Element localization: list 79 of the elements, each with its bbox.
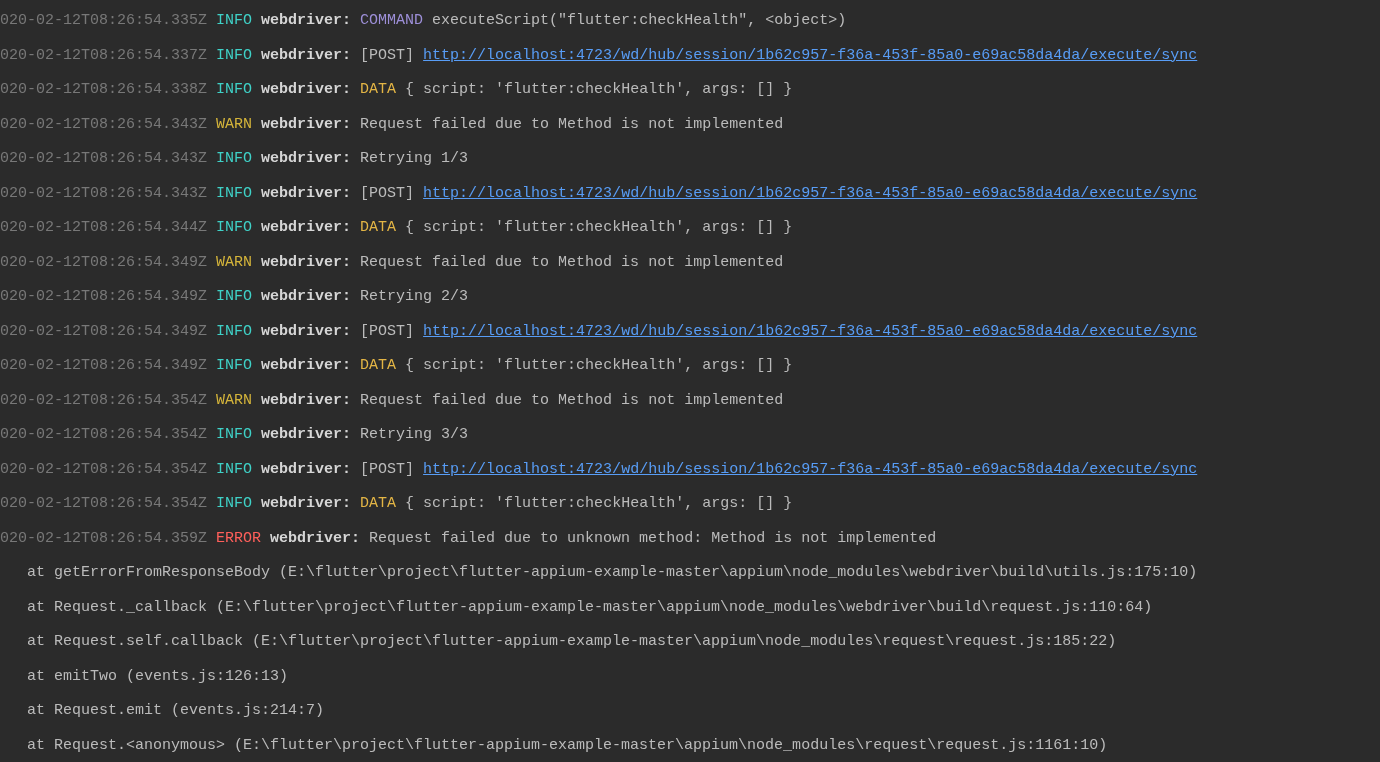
log-message: { script: 'flutter:checkHealth', args: [] } <box>405 218 793 238</box>
log-level: WARN <box>216 390 253 411</box>
log-level: WARN <box>216 252 253 273</box>
log-level: WARN <box>216 114 253 135</box>
log-source: webdriver: <box>261 149 352 169</box>
log-level: INFO <box>216 183 253 204</box>
log-message: Retrying 2/3 <box>360 287 469 307</box>
log-timestamp: 020-02-12T08:26:54.354Z <box>0 459 208 480</box>
log-message: { script: 'flutter:checkHealth', args: [] } <box>405 356 793 376</box>
url-link[interactable]: http://localhost:4723/wd/hub/session/1b62c957-f36a-453f-85a0-e69ac58da4da/execute/sync <box>423 38 1198 73</box>
stack-trace-line: at Request.emit (events.js:214:7) <box>27 702 325 719</box>
log-timestamp: 020-02-12T08:26:54.354Z <box>0 390 208 411</box>
log-level: INFO <box>216 218 253 238</box>
log-source: webdriver: <box>261 11 352 31</box>
log-message: Retrying 1/3 <box>360 149 469 169</box>
log-message: Request failed due to unknown method: Method is not implemented <box>369 528 937 549</box>
data-keyword: DATA <box>360 80 397 100</box>
url-link[interactable]: http://localhost:4723/wd/hub/session/1b62c957-f36a-453f-85a0-e69ac58da4da/execute/sync <box>423 314 1198 349</box>
log-level: INFO <box>216 321 253 342</box>
log-timestamp: 020-02-12T08:26:54.343Z <box>0 114 208 135</box>
log-source: webdriver: <box>261 287 352 307</box>
log-timestamp: 020-02-12T08:26:54.343Z <box>0 183 208 204</box>
log-level: INFO <box>216 287 253 307</box>
log-timestamp: 020-02-12T08:26:54.349Z <box>0 252 208 273</box>
log-source: webdriver: <box>261 183 352 204</box>
log-level: ERROR <box>216 528 262 549</box>
log-source: webdriver: <box>261 80 352 100</box>
log-message: Request failed due to Method is not implemented <box>360 390 784 411</box>
log-source: webdriver: <box>261 218 352 238</box>
log-timestamp: 020-02-12T08:26:54.338Z <box>0 80 208 100</box>
stack-trace-line: at emitTwo (events.js:126:13) <box>27 667 289 685</box>
data-keyword: DATA <box>360 494 397 514</box>
log-message: Request failed due to Method is not implemented <box>360 252 784 273</box>
log-level: INFO <box>216 356 253 376</box>
command-keyword: COMMAND <box>360 11 424 31</box>
log-message: Retrying 3/3 <box>360 425 469 445</box>
data-keyword: DATA <box>360 218 397 238</box>
log-source: webdriver: <box>261 114 352 135</box>
log-source: webdriver: <box>261 252 352 273</box>
log-level: INFO <box>216 80 253 100</box>
log-level: INFO <box>216 459 253 480</box>
log-message: [POST] <box>360 183 415 204</box>
stack-trace-line: at getErrorFromResponseBody (E:\flutter\project\flutter-appium-example-master\appium\node_modules\webdriver\build\utils.js:175:10) <box>27 564 1198 581</box>
stack-trace-line: at Request.self.callback (E:\flutter\project\flutter-appium-example-master\appium\node_modules\request\request.js:185:22) <box>27 633 1117 650</box>
stack-trace-line: at Request._callback (E:\flutter\project\flutter-appium-example-master\appium\node_modules\webdriver\build\request.js:110:64) <box>27 598 1153 616</box>
log-timestamp: 020-02-12T08:26:54.354Z <box>0 425 208 445</box>
url-link[interactable]: http://localhost:4723/wd/hub/session/1b62c957-f36a-453f-85a0-e69ac58da4da/execute/sync <box>423 176 1198 211</box>
log-source: webdriver: <box>261 356 352 376</box>
log-timestamp: 020-02-12T08:26:54.349Z <box>0 356 208 376</box>
log-timestamp: 020-02-12T08:26:54.349Z <box>0 287 208 307</box>
stack-trace-line: at Request.<anonymous> (E:\flutter\project\flutter-appium-example-master\appium\node_modules\request\request.js:1161:10) <box>27 736 1108 754</box>
log-source: webdriver: <box>270 528 361 549</box>
log-source: webdriver: <box>261 321 352 342</box>
log-source: webdriver: <box>261 45 352 66</box>
log-level: INFO <box>216 494 253 514</box>
log-timestamp: 020-02-12T08:26:54.343Z <box>0 149 208 169</box>
log-level: INFO <box>216 45 253 66</box>
log-message: { script: 'flutter:checkHealth', args: [] } <box>405 80 793 100</box>
log-timestamp: 020-02-12T08:26:54.349Z <box>0 321 208 342</box>
log-timestamp: 020-02-12T08:26:54.337Z <box>0 45 208 66</box>
data-keyword: DATA <box>360 356 397 376</box>
log-source: webdriver: <box>261 390 352 411</box>
log-timestamp: 020-02-12T08:26:54.335Z <box>0 11 208 31</box>
log-level: INFO <box>216 149 253 169</box>
log-message: executeScript("flutter:checkHealth", <object>) <box>432 11 847 31</box>
log-source: webdriver: <box>261 425 352 445</box>
log-message: [POST] <box>360 321 415 342</box>
log-message: [POST] <box>360 459 415 480</box>
log-timestamp: 020-02-12T08:26:54.354Z <box>0 494 208 514</box>
log-source: webdriver: <box>261 459 352 480</box>
log-level: INFO <box>216 11 253 31</box>
log-timestamp: 020-02-12T08:26:54.344Z <box>0 218 208 238</box>
log-message: [POST] <box>360 45 415 66</box>
log-message: Request failed due to Method is not implemented <box>360 114 784 135</box>
url-link[interactable]: http://localhost:4723/wd/hub/session/1b62c957-f36a-453f-85a0-e69ac58da4da/execute/sync <box>423 452 1198 487</box>
log-timestamp: 020-02-12T08:26:54.359Z <box>0 528 208 549</box>
log-source: webdriver: <box>261 494 352 514</box>
log-level: INFO <box>216 425 253 445</box>
log-message: { script: 'flutter:checkHealth', args: [] } <box>405 494 793 514</box>
